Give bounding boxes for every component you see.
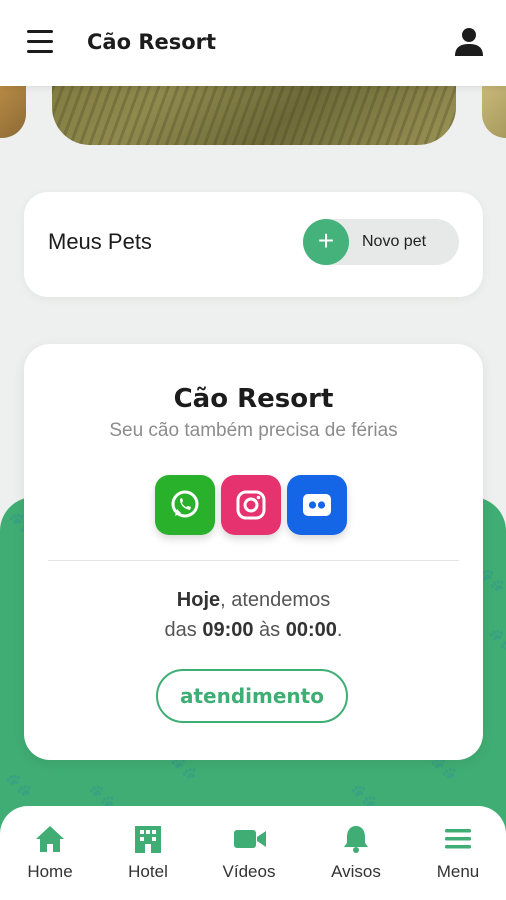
paw-icon: 🐾 bbox=[5, 772, 33, 797]
resort-title: Cão Resort bbox=[173, 384, 334, 414]
app-title: Cão Resort bbox=[87, 30, 217, 54]
hours-end: . bbox=[336, 619, 343, 641]
whatsapp-icon bbox=[171, 490, 199, 518]
bell-icon bbox=[344, 826, 368, 853]
resort-info-card: Cão Resort Seu cão também precisa de fér… bbox=[24, 344, 483, 760]
carousel-photo-previous[interactable] bbox=[0, 86, 26, 138]
hours-open: 09:00 bbox=[202, 619, 254, 641]
video-icon bbox=[234, 830, 266, 848]
flickr-icon bbox=[303, 494, 331, 516]
nav-videos[interactable]: Vídeos bbox=[204, 806, 294, 900]
top-app-bar: Cão Resort bbox=[0, 0, 506, 86]
nav-avisos-label: Avisos bbox=[331, 862, 381, 881]
hours-text: , atendemos bbox=[220, 589, 331, 611]
new-pet-label: Novo pet bbox=[362, 233, 427, 250]
carousel-photo-next[interactable] bbox=[482, 86, 506, 138]
nav-avisos[interactable]: Avisos bbox=[311, 806, 401, 900]
flickr-button[interactable] bbox=[287, 475, 347, 535]
nav-videos-label: Vídeos bbox=[222, 862, 276, 881]
home-icon bbox=[36, 826, 64, 852]
hamburger-icon[interactable] bbox=[27, 30, 53, 54]
hotel-icon bbox=[135, 826, 161, 853]
nav-home-label: Home bbox=[27, 862, 73, 881]
instagram-icon bbox=[236, 490, 266, 520]
whatsapp-button[interactable] bbox=[155, 475, 215, 535]
menu-icon bbox=[445, 829, 471, 849]
atendimento-button[interactable]: atendimento bbox=[156, 669, 348, 723]
paw-icon: 🐾 bbox=[488, 627, 506, 652]
hours-close: 00:00 bbox=[285, 619, 337, 641]
new-pet-button[interactable]: + Novo pet bbox=[303, 219, 459, 265]
bottom-navigation: Home Hotel Vídeos Avisos Menu bbox=[0, 806, 506, 900]
nav-hotel-label: Hotel bbox=[128, 862, 168, 881]
nav-home[interactable]: Home bbox=[5, 806, 95, 900]
hours-prefix: das bbox=[164, 619, 203, 641]
plus-icon: + bbox=[303, 219, 349, 265]
hours-mid: às bbox=[253, 619, 286, 641]
user-icon[interactable] bbox=[453, 26, 485, 58]
hours-today: Hoje bbox=[176, 589, 221, 611]
nav-hotel[interactable]: Hotel bbox=[103, 806, 193, 900]
opening-hours: Hoje, atendemos das 09:00 às 00:00. bbox=[24, 585, 483, 645]
nav-menu[interactable]: Menu bbox=[413, 806, 503, 900]
nav-menu-label: Menu bbox=[436, 862, 480, 881]
instagram-button[interactable] bbox=[221, 475, 281, 535]
my-pets-title: Meus Pets bbox=[48, 229, 152, 254]
my-pets-card: Meus Pets + Novo pet bbox=[24, 192, 483, 297]
resort-subtitle: Seu cão também precisa de férias bbox=[109, 420, 398, 441]
divider bbox=[48, 560, 459, 561]
